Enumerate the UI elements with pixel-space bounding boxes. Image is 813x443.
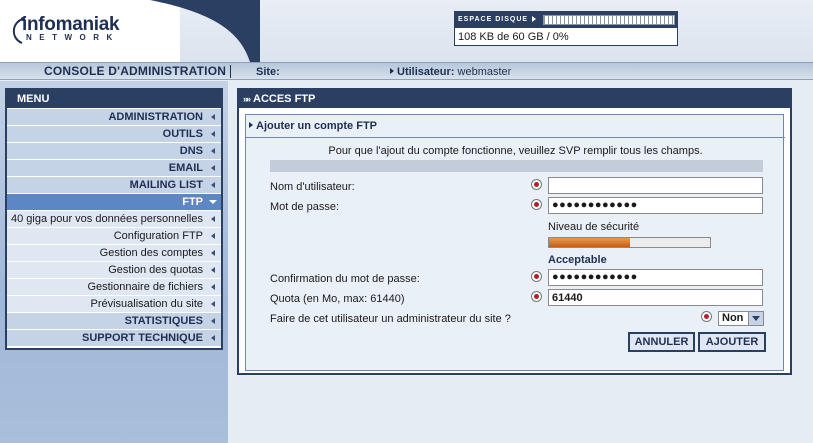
username-label: Nom d'utilisateur: bbox=[270, 181, 355, 193]
menu-item-statistiques[interactable]: STATISTIQUES bbox=[7, 312, 221, 329]
menu-item-label: STATISTIQUES bbox=[124, 315, 203, 327]
cancel-button[interactable]: ANNULER bbox=[628, 332, 695, 352]
menu-item-label: MAILING LIST bbox=[129, 179, 203, 191]
quota-input[interactable] bbox=[548, 289, 763, 306]
menu-item-dns[interactable]: DNS bbox=[7, 142, 221, 159]
header: infomaniak NETWORK ESPACE DISQUE 108 KB … bbox=[0, 0, 813, 62]
triangle-left-icon bbox=[211, 233, 215, 239]
triangle-left-icon bbox=[211, 301, 215, 307]
disk-usage-value: 108 KB de 60 GB / 0% bbox=[458, 31, 569, 43]
site-value bbox=[284, 66, 384, 77]
confirm-password-input[interactable]: ●●●●●●●●●●●● bbox=[548, 269, 763, 286]
password-label: Mot de passe: bbox=[270, 201, 340, 213]
disk-usage-widget: ESPACE DISQUE 108 KB de 60 GB / 0% bbox=[454, 11, 678, 46]
security-meter-fill bbox=[549, 238, 630, 247]
site-label: Site: bbox=[256, 66, 280, 78]
menu-item-label: Gestion des quotas bbox=[108, 264, 203, 276]
security-meter bbox=[548, 237, 711, 248]
triangle-right-icon bbox=[532, 16, 537, 23]
triangle-right-icon bbox=[249, 122, 253, 128]
menu-item-email[interactable]: EMAIL bbox=[7, 159, 221, 176]
menu-item-administration[interactable]: ADMINISTRATION bbox=[7, 108, 221, 125]
double-chevron-icon: »» bbox=[243, 94, 251, 104]
user-value: webmaster bbox=[457, 66, 512, 78]
menu-items: ADMINISTRATION OUTILS DNS EMAIL MAILING LIST… bbox=[7, 108, 221, 346]
add-account-form: Ajouter un compte FTP Pour que l'ajout d… bbox=[245, 114, 785, 371]
triangle-left-icon bbox=[211, 318, 215, 324]
menu-item-gestion-des-quotas[interactable]: Gestion des quotas bbox=[7, 261, 221, 278]
triangle-left-icon bbox=[211, 250, 215, 256]
menu-item-outils[interactable]: OUTILS bbox=[7, 125, 221, 142]
required-indicator-icon bbox=[531, 271, 542, 282]
logo-subtitle: NETWORK bbox=[26, 33, 120, 42]
menu-item-configuration-ftp[interactable]: Configuration FTP bbox=[7, 227, 221, 244]
menu-item-label: ADMINISTRATION bbox=[108, 111, 203, 123]
menu-item-ftp[interactable]: FTP bbox=[7, 193, 221, 210]
menu-item-previsualisation-du-site[interactable]: Prévisualisation du site bbox=[7, 295, 221, 312]
sidebar-menu: MENU ADMINISTRATION OUTILS DNS EMAIL MAILING… bbox=[5, 88, 223, 350]
required-indicator-icon bbox=[701, 311, 712, 322]
menu-item-label: Gestion des comptes bbox=[99, 247, 203, 259]
menu-item-label: Gestionnaire de fichiers bbox=[87, 281, 203, 293]
triangle-left-icon bbox=[211, 267, 215, 273]
security-level-label: Niveau de sécurité bbox=[548, 221, 640, 233]
menu-item-label: SUPPORT TECHNIQUE bbox=[81, 332, 203, 344]
confirm-password-label: Confirmation du mot de passe: bbox=[270, 273, 420, 285]
triangle-left-icon bbox=[211, 216, 215, 222]
user-info: Utilisateur: webmaster bbox=[390, 66, 511, 78]
menu-item-mailing-list[interactable]: MAILING LIST bbox=[7, 176, 221, 193]
security-status: Acceptable bbox=[548, 254, 607, 266]
username-input[interactable] bbox=[548, 177, 763, 194]
required-indicator-icon bbox=[531, 179, 542, 190]
triangle-left-icon bbox=[211, 148, 215, 154]
menu-item-gestionnaire-de-fichiers[interactable]: Gestionnaire de fichiers bbox=[7, 278, 221, 295]
form-instructions: Pour que l'ajout du compte fonctionne, v… bbox=[328, 145, 703, 157]
required-indicator-icon bbox=[531, 291, 542, 302]
ftp-panel: »» ACCES FTP Ajouter un compte FTP Pour q… bbox=[237, 88, 792, 375]
triangle-left-icon bbox=[211, 284, 215, 290]
triangle-left-icon bbox=[211, 182, 215, 188]
menu-item-label: FTP bbox=[182, 196, 203, 208]
admin-question-label: Faire de cet utilisateur un administrate… bbox=[270, 313, 511, 325]
form-separator-bar bbox=[270, 160, 763, 172]
menu-item-label: DNS bbox=[179, 145, 203, 157]
form-title: Ajouter un compte FTP bbox=[249, 120, 377, 132]
panel-header: »» ACCES FTP bbox=[239, 90, 790, 108]
user-label: Utilisateur: bbox=[397, 66, 455, 78]
disk-usage-bar bbox=[543, 15, 675, 25]
infomaniak-logo[interactable]: infomaniak NETWORK bbox=[8, 14, 158, 54]
menu-item-support-technique[interactable]: SUPPORT TECHNIQUE bbox=[7, 329, 221, 346]
triangle-down-icon bbox=[209, 200, 217, 204]
menu-item-gestion-des-comptes[interactable]: Gestion des comptes bbox=[7, 244, 221, 261]
console-title: CONSOLE D'ADMINISTRATION bbox=[44, 64, 227, 78]
triangle-left-icon bbox=[211, 165, 215, 171]
triangle-left-icon bbox=[211, 131, 215, 137]
admin-select[interactable]: Non bbox=[718, 311, 764, 326]
triangle-left-icon bbox=[211, 114, 215, 120]
admin-select-value: Non bbox=[722, 312, 744, 324]
required-indicator-icon bbox=[531, 199, 542, 210]
panel-title: ACCES FTP bbox=[253, 93, 316, 105]
divider bbox=[246, 137, 785, 138]
menu-item-label: Configuration FTP bbox=[113, 230, 203, 242]
disk-usage-label: ESPACE DISQUE bbox=[458, 16, 529, 23]
quota-label: Quota (en Mo, max: 61440) bbox=[270, 293, 405, 305]
menu-item-40-giga-pour-vos-donnees-personnelles[interactable]: 40 giga pour vos données personnelles bbox=[7, 210, 221, 227]
add-button[interactable]: AJOUTER bbox=[698, 332, 766, 352]
menu-title: MENU bbox=[7, 90, 221, 108]
menu-item-label: Prévisualisation du site bbox=[90, 298, 203, 310]
divider bbox=[230, 65, 231, 78]
disk-usage-header: ESPACE DISQUE bbox=[455, 12, 677, 28]
menu-item-label: 40 giga pour vos données personnelles bbox=[10, 213, 203, 225]
console-bar: CONSOLE D'ADMINISTRATION Site: Utilisate… bbox=[0, 62, 813, 80]
triangle-left-icon bbox=[211, 335, 215, 341]
menu-item-label: OUTILS bbox=[162, 128, 203, 140]
triangle-right-icon bbox=[390, 68, 394, 74]
password-input[interactable]: ●●●●●●●●●●●● bbox=[548, 197, 763, 214]
menu-item-label: EMAIL bbox=[168, 162, 203, 174]
chevron-down-icon[interactable] bbox=[748, 312, 763, 325]
form-title-text: Ajouter un compte FTP bbox=[256, 120, 377, 132]
